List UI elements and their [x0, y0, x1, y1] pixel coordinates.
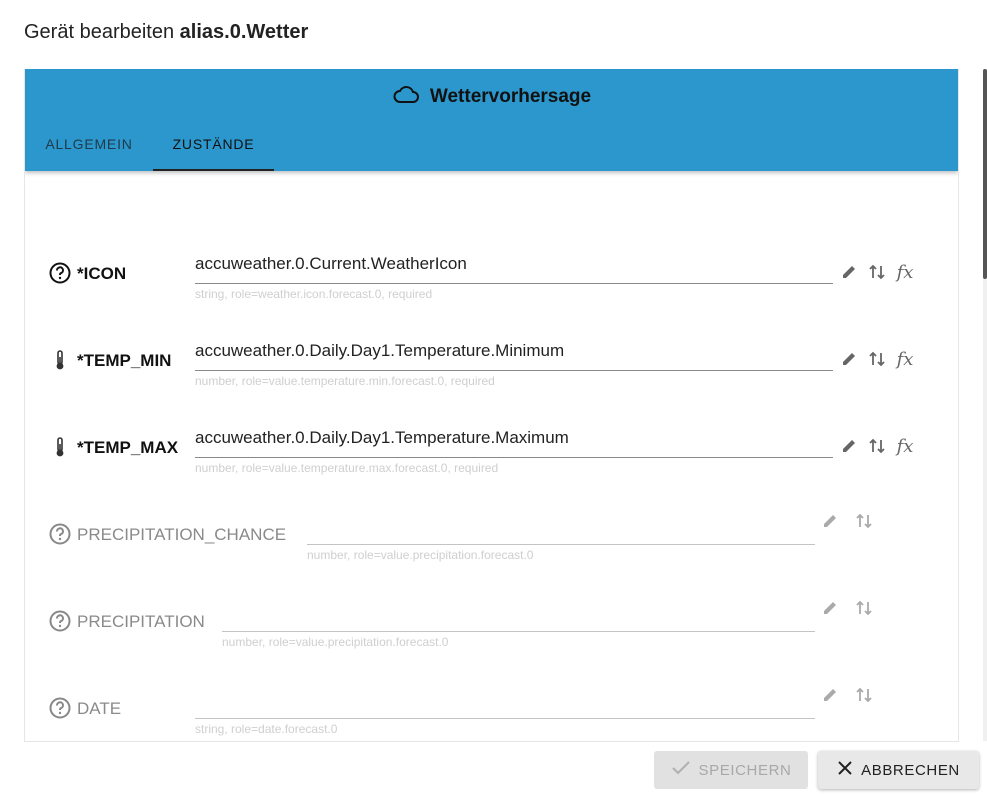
save-button[interactable]: SPEICHERN: [654, 751, 808, 789]
tab-allgemein[interactable]: ALLGEMEIN: [25, 125, 153, 171]
edit-icon[interactable]: [835, 258, 863, 286]
state-row-precipitation-chance: PRECIPITATION_CHANCE number, role=value.…: [25, 513, 958, 573]
dialog-content: Wettervorhersage ALLGEMEIN ZUSTÄNDE *ICO…: [24, 69, 959, 742]
close-icon: [837, 760, 853, 780]
help-circle-icon: [49, 697, 71, 719]
dialog-title-id: alias.0.Wetter: [179, 21, 309, 43]
cancel-button[interactable]: ABBRECHEN: [818, 751, 979, 789]
swap-vertical-icon[interactable]: [863, 432, 891, 460]
swap-vertical-icon[interactable]: [850, 507, 878, 535]
function-icon[interactable]: fx: [891, 258, 919, 286]
thermometer-icon: [49, 349, 71, 371]
swap-vertical-icon[interactable]: [850, 594, 878, 622]
function-icon[interactable]: fx: [891, 345, 919, 373]
edit-icon[interactable]: [835, 345, 863, 373]
state-id-input[interactable]: [222, 600, 815, 632]
state-helper-text: string, role=weather.icon.forecast.0, re…: [195, 287, 433, 301]
state-row-date: DATE string, role=date.forecast.0: [25, 687, 958, 741]
state-row-temp-max: *TEMP_MAX accuweather.0.Daily.Day1.Tempe…: [25, 426, 958, 486]
edit-icon[interactable]: [816, 507, 844, 535]
thermometer-icon: [49, 436, 71, 458]
state-helper-text: string, role=date.forecast.0: [195, 722, 338, 736]
state-name: *TEMP_MIN: [77, 351, 172, 370]
save-button-label: SPEICHERN: [698, 761, 792, 779]
state-actions: fx: [835, 432, 919, 460]
swap-vertical-icon[interactable]: [863, 345, 891, 373]
device-header: Wettervorhersage ALLGEMEIN ZUSTÄNDE: [25, 69, 958, 171]
state-id-input[interactable]: accuweather.0.Daily.Day1.Temperature.Max…: [195, 426, 833, 458]
cancel-button-label: ABBRECHEN: [861, 761, 960, 779]
function-icon[interactable]: fx: [891, 432, 919, 460]
state-name: DATE: [77, 699, 122, 718]
state-name: PRECIPITATION: [77, 612, 205, 631]
edit-icon[interactable]: [816, 681, 844, 709]
dialog-title: Gerät bearbeiten alias.0.Wetter: [24, 21, 308, 44]
state-actions: [816, 681, 878, 709]
state-id-input[interactable]: accuweather.0.Current.WeatherIcon: [195, 252, 833, 284]
tab-zustaende[interactable]: ZUSTÄNDE: [153, 125, 274, 171]
scrollbar[interactable]: [983, 69, 987, 741]
state-name: *TEMP_MAX: [77, 438, 179, 457]
header-title-text: Wettervorhersage: [429, 86, 592, 107]
state-row-temp-min: *TEMP_MIN accuweather.0.Daily.Day1.Tempe…: [25, 339, 958, 399]
help-circle-icon: [49, 523, 71, 545]
state-row-precipitation: PRECIPITATION number, role=value.precipi…: [25, 600, 958, 660]
state-actions: fx: [835, 345, 919, 373]
swap-vertical-icon[interactable]: [863, 258, 891, 286]
state-id-input[interactable]: accuweather.0.Daily.Day1.Temperature.Min…: [195, 339, 833, 371]
state-helper-text: number, role=value.temperature.max.forec…: [195, 461, 499, 475]
state-helper-text: number, role=value.precipitation.forecas…: [307, 548, 534, 562]
state-helper-text: number, role=value.precipitation.forecas…: [222, 635, 449, 649]
check-icon: [671, 760, 691, 780]
edit-icon[interactable]: [835, 432, 863, 460]
state-id-input[interactable]: [195, 687, 815, 719]
state-id-input[interactable]: [307, 513, 815, 545]
state-helper-text: number, role=value.temperature.min.forec…: [195, 374, 495, 388]
state-actions: fx: [835, 258, 919, 286]
dialog-title-prefix: Gerät bearbeiten: [24, 21, 175, 43]
scrollbar-thumb[interactable]: [983, 69, 987, 279]
help-circle-icon: [49, 610, 71, 632]
header-title: Wettervorhersage: [25, 85, 958, 109]
state-actions: [816, 594, 878, 622]
state-name: *ICON: [77, 264, 127, 283]
swap-vertical-icon[interactable]: [850, 681, 878, 709]
state-row-icon: *ICON accuweather.0.Current.WeatherIcon …: [25, 252, 958, 312]
edit-icon[interactable]: [816, 594, 844, 622]
state-name: PRECIPITATION_CHANCE: [77, 525, 287, 544]
cloud-icon: [392, 83, 420, 111]
state-actions: [816, 507, 878, 535]
help-circle-icon: [49, 262, 71, 284]
